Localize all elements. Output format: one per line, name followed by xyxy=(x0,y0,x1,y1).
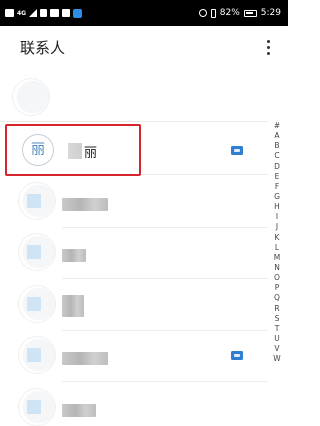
avatar xyxy=(18,285,56,323)
avatar-initial-blur xyxy=(27,194,41,208)
alarm-icon xyxy=(198,9,207,17)
index-letter[interactable]: N xyxy=(271,263,283,273)
telegram-icon xyxy=(73,8,83,18)
signal-icon xyxy=(29,9,38,17)
clock: 5:29 xyxy=(260,8,281,18)
page-title: 联系人 xyxy=(20,39,66,57)
network-label: 4G xyxy=(17,9,27,17)
index-letter[interactable]: # xyxy=(271,121,283,131)
hd-icon xyxy=(5,9,14,17)
index-letter[interactable]: R xyxy=(271,304,283,314)
nfc-icon xyxy=(40,9,48,17)
vibrate-icon xyxy=(210,8,216,18)
contact-row[interactable] xyxy=(0,332,268,382)
index-letter[interactable]: T xyxy=(271,324,283,334)
battery-icon xyxy=(243,9,257,17)
status-right-icons: 82% 5:29 xyxy=(198,6,281,20)
avatar xyxy=(18,388,56,426)
sim-card-icon xyxy=(231,146,243,155)
more-vert-icon[interactable] xyxy=(263,38,273,58)
avatar-initial-blur xyxy=(27,297,41,311)
index-letter[interactable]: M xyxy=(271,253,283,263)
battery-percent: 82% xyxy=(219,8,240,18)
avatar xyxy=(18,233,56,271)
divider xyxy=(62,227,268,228)
name-blur xyxy=(68,143,82,159)
name-blur xyxy=(62,198,108,211)
index-letter[interactable]: V xyxy=(271,344,283,354)
alphabet-index[interactable]: # A B C D E F G H I J K L M N O P Q R S … xyxy=(271,121,283,364)
avatar xyxy=(12,78,50,116)
index-letter[interactable]: E xyxy=(271,172,283,182)
app-header: 联系人 xyxy=(0,26,288,72)
divider xyxy=(62,330,268,331)
index-letter[interactable]: K xyxy=(271,233,283,243)
avatar-initial-blur xyxy=(27,348,41,362)
contact-row-profile[interactable] xyxy=(0,72,268,122)
index-letter[interactable]: Q xyxy=(271,293,283,303)
divider xyxy=(62,278,268,279)
contact-row[interactable] xyxy=(0,229,268,279)
contact-row[interactable] xyxy=(0,178,268,228)
selected-contact-highlight: 丽 丽 xyxy=(5,124,141,176)
name-blur xyxy=(62,249,86,262)
weibo-icon xyxy=(62,9,71,17)
index-letter[interactable]: J xyxy=(271,222,283,232)
avatar xyxy=(18,336,56,374)
index-letter[interactable]: O xyxy=(271,273,283,283)
index-letter[interactable]: L xyxy=(271,243,283,253)
divider xyxy=(0,121,268,122)
sim-card-icon xyxy=(231,351,243,360)
index-letter[interactable]: I xyxy=(271,212,283,222)
avatar xyxy=(18,182,56,220)
index-letter[interactable]: S xyxy=(271,314,283,324)
status-left-icons: 4G xyxy=(5,7,83,19)
index-letter[interactable]: G xyxy=(271,192,283,202)
divider xyxy=(62,381,268,382)
avatar: 丽 xyxy=(22,134,54,166)
contact-name: 丽 xyxy=(84,146,98,161)
index-letter[interactable]: B xyxy=(271,141,283,151)
contact-row[interactable] xyxy=(0,281,268,331)
avatar-initial-blur xyxy=(27,400,41,414)
index-letter[interactable]: U xyxy=(271,334,283,344)
index-letter[interactable]: D xyxy=(271,162,283,172)
avatar-initial-blur xyxy=(27,245,41,259)
name-blur xyxy=(62,404,96,417)
contact-row[interactable] xyxy=(0,384,268,426)
index-letter[interactable]: P xyxy=(271,283,283,293)
index-letter[interactable]: H xyxy=(271,202,283,212)
name-blur xyxy=(62,295,84,317)
index-letter[interactable]: A xyxy=(271,131,283,141)
name-blur xyxy=(62,352,108,365)
status-bar: 4G 82% 5:29 xyxy=(0,0,288,26)
wechat-icon xyxy=(50,9,60,17)
index-letter[interactable]: C xyxy=(271,151,283,161)
index-letter[interactable]: W xyxy=(271,354,283,364)
index-letter[interactable]: F xyxy=(271,182,283,192)
